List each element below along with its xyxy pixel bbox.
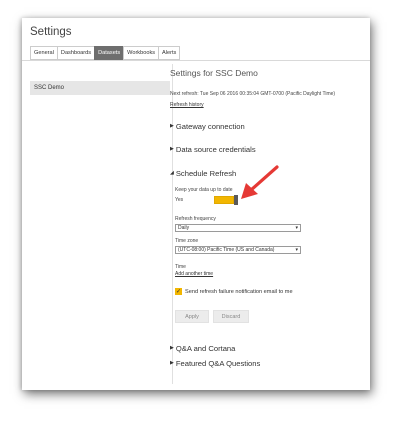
tabs-divider: [22, 60, 370, 61]
notify-label: Send refresh failure notification email …: [185, 288, 293, 295]
triangle-right-icon: ▶: [170, 360, 174, 366]
time-zone-label: Time zone: [175, 238, 199, 244]
tab-datasets[interactable]: Datasets: [94, 46, 124, 60]
chevron-down-icon: ▾: [295, 247, 298, 253]
triangle-right-icon: ▶: [170, 123, 174, 129]
section-label: Featured Q&A Questions: [175, 359, 261, 368]
sidebar-item-ssc-demo[interactable]: SSC Demo: [30, 81, 170, 95]
tab-bar: General Dashboards Datasets Workbooks Al…: [30, 46, 181, 60]
settings-panel: Settings General Dashboards Datasets Wor…: [22, 18, 370, 390]
section-data-source-credentials[interactable]: ▶ Data source credentials: [170, 145, 256, 154]
chevron-down-icon: ▾: [295, 225, 298, 231]
red-arrow-icon: [241, 165, 279, 199]
discard-button[interactable]: Discard: [213, 310, 249, 323]
refresh-history-link[interactable]: Refresh history: [170, 102, 204, 108]
section-gateway-connection[interactable]: ▶ Gateway connection: [170, 122, 245, 131]
select-value: Daily: [178, 225, 190, 231]
section-label: Q&A and Cortana: [175, 344, 236, 353]
section-qa-cortana[interactable]: ▶ Q&A and Cortana: [170, 344, 235, 353]
refresh-frequency-select[interactable]: Daily ▾: [175, 224, 301, 232]
section-label: Data source credentials: [175, 145, 256, 154]
time-label: Time: [175, 264, 186, 270]
section-label: Schedule Refresh: [175, 169, 237, 178]
keep-up-to-date-label: Keep your data up to date: [175, 187, 233, 193]
triangle-down-icon: ◢: [170, 170, 174, 176]
toggle-value-label: Yes: [175, 197, 184, 203]
triangle-right-icon: ▶: [170, 146, 174, 152]
section-schedule-refresh[interactable]: ◢ Schedule Refresh: [170, 169, 236, 178]
notify-row: ✓ Send refresh failure notification emai…: [175, 288, 293, 295]
next-refresh-text: Next refresh: Tue Sep 06 2016 00:35:04 G…: [170, 91, 336, 97]
panel-divider: [172, 64, 173, 384]
checkmark-icon: ✓: [175, 289, 182, 295]
tab-workbooks[interactable]: Workbooks: [123, 46, 159, 60]
time-zone-select[interactable]: (UTC-08:00) Pacific Time (US and Canada)…: [175, 246, 301, 254]
refresh-toggle[interactable]: [214, 196, 234, 204]
tab-alerts[interactable]: Alerts: [158, 46, 181, 60]
section-featured-qa[interactable]: ▶ Featured Q&A Questions: [170, 359, 260, 368]
refresh-frequency-label: Refresh frequency: [175, 216, 216, 222]
tab-dashboards[interactable]: Dashboards: [56, 46, 95, 60]
add-another-time-link[interactable]: Add another time: [175, 271, 213, 277]
select-value: (UTC-08:00) Pacific Time (US and Canada): [178, 247, 275, 253]
triangle-right-icon: ▶: [170, 345, 174, 351]
main-title: Settings for SSC Demo: [170, 68, 258, 78]
page-title: Settings: [30, 26, 72, 38]
notify-checkbox[interactable]: ✓: [175, 288, 182, 295]
apply-button[interactable]: Apply: [175, 310, 209, 323]
tab-general[interactable]: General: [30, 46, 57, 60]
section-label: Gateway connection: [175, 122, 245, 131]
